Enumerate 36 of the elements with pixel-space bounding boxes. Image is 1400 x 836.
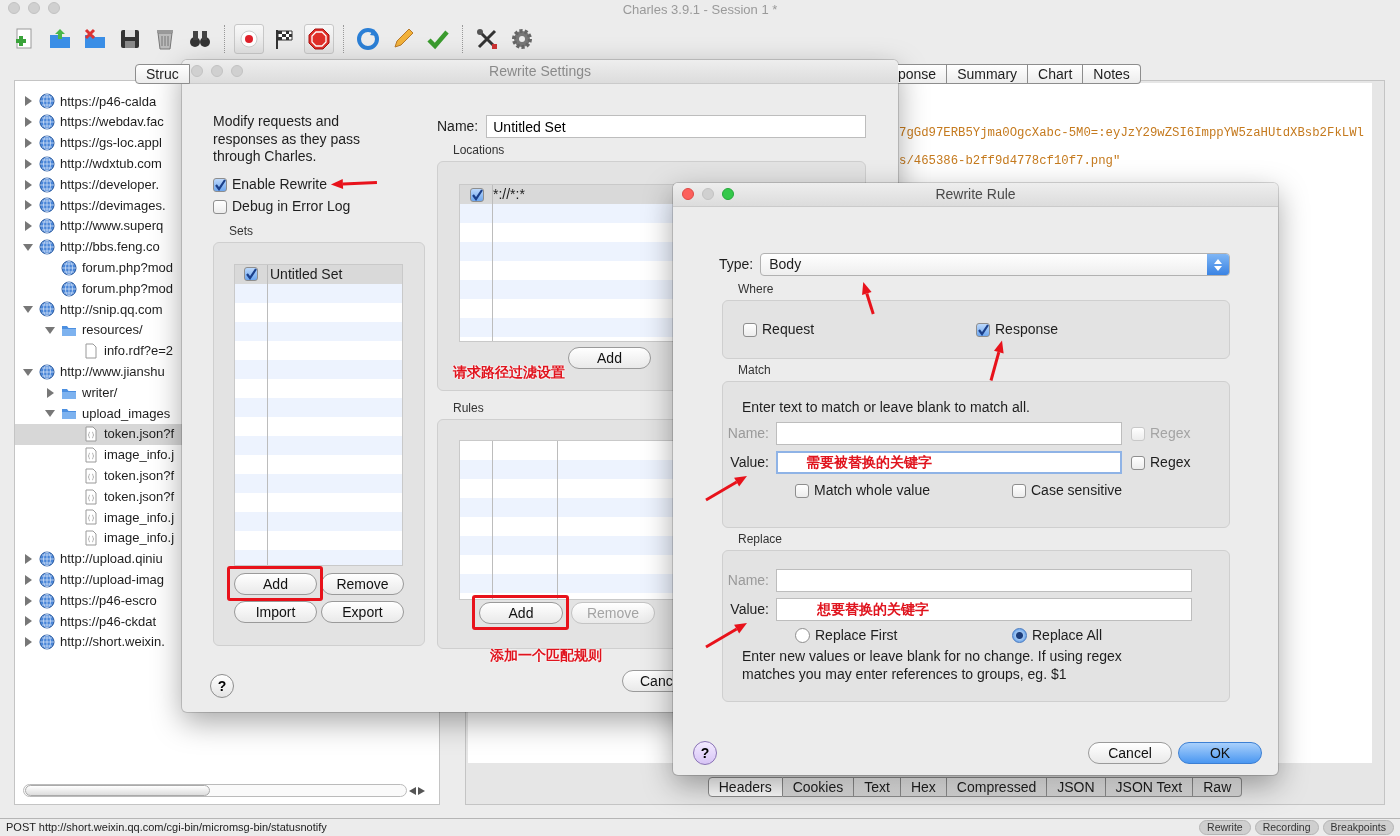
checkbox-label: Regex (1150, 453, 1191, 472)
field-label: Type: (719, 255, 754, 274)
field-label: Name: (726, 424, 769, 443)
radio-label: Replace All (1032, 626, 1103, 645)
field-label: Name: (437, 117, 479, 136)
annotation-text: 请求路径过滤设置 (453, 363, 565, 382)
checkbox-label: Regex (1150, 424, 1191, 443)
group-label: Match (738, 362, 771, 379)
annotation-text: 添加一个匹配规则 (490, 646, 602, 665)
status-text: POST http://short.weixin.qq.com/cgi-bin/micromsg-bin/statusnotify (6, 820, 328, 836)
set-name: Untitled Set (270, 264, 343, 284)
checkbox-label: Response (995, 320, 1059, 339)
checkbox-label: Request (762, 320, 815, 339)
group-label: Where (738, 281, 774, 298)
radio-label: Replace First (815, 626, 898, 645)
dialog-title: Rewrite Rule (935, 185, 1016, 204)
description-text: Modify requests and responses as they pass through Charles. (213, 113, 362, 166)
hint-text: Enter text to match or leave blank to match all. (742, 398, 1031, 417)
code-line: s/465386-b2ff9d4778cf10f7.png" (899, 153, 1122, 170)
group-label: Locations (453, 142, 505, 159)
checkbox-label: Match whole value (814, 481, 930, 500)
hint-text: Enter new values or leave blank for no change. If using regex matches you may enter references to groups, eg. $1 (742, 647, 1123, 683)
field-label: Value: (729, 453, 769, 472)
group-label: Replace (738, 531, 783, 548)
group-label: Sets (229, 222, 253, 240)
checkbox-label: Debug in Error Log (232, 197, 351, 216)
field-label: Value: (729, 600, 769, 619)
dialog-button: Remove (571, 602, 655, 624)
code-line: 7gGd97ERB5Yjma0OgcXabc-5M0=:eyJzY29wZSI6ImppYW5zaHUtdXBsb2FkLWl (899, 125, 1365, 142)
location-pattern: *://*:* (493, 185, 525, 204)
window-title: Charles 3.9.1 - Session 1 * (622, 1, 778, 20)
dialog-title: Rewrite Settings (489, 62, 591, 81)
checkbox-label: Case sensitive (1031, 481, 1123, 500)
checkbox-label: Enable Rewrite (232, 175, 327, 194)
field-label: Name: (726, 571, 769, 590)
group-label: Rules (453, 400, 484, 417)
